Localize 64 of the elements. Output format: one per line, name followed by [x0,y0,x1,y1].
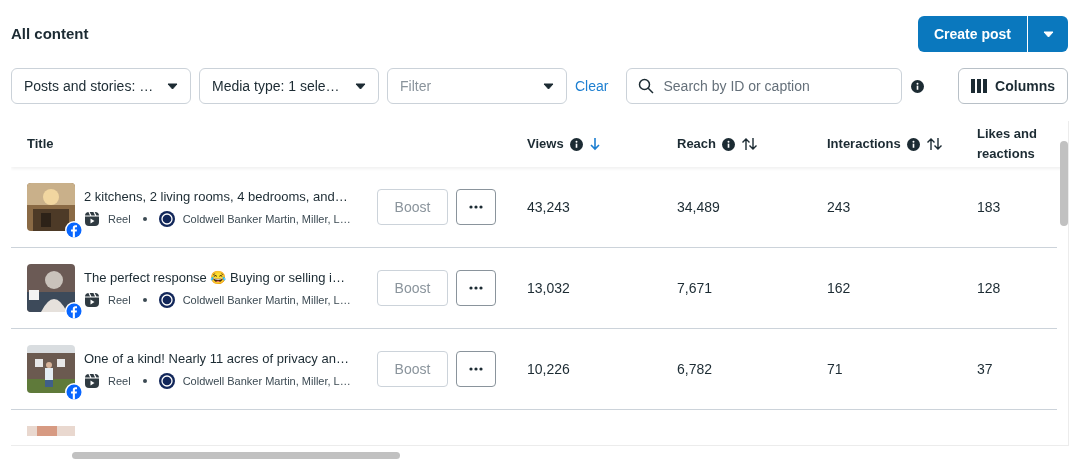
post-type: Reel [108,373,131,389]
clear-link[interactable]: Clear [575,75,609,97]
more-icon [469,286,483,290]
page-logo-icon [158,210,175,227]
column-header: Title [27,135,54,154]
column-header: Likes and reactions [977,125,1038,163]
page-title: All content [11,23,89,44]
filter-dropdown[interactable]: Posts and stories: … [11,68,191,104]
facebook-badge-icon [65,383,83,401]
facebook-badge-icon [65,221,83,239]
search-field[interactable]: Search by ID or caption [626,68,903,104]
table-cell: 183 [977,199,1001,215]
post-type: Reel [108,211,131,227]
search-icon [638,78,655,94]
page-name[interactable]: Coldwell Banker Martin, Miller, L… [182,210,351,227]
columns-button[interactable]: Columns [958,68,1068,104]
horizontal-scrollbar[interactable] [72,452,400,459]
table-cell: 37 [977,361,993,377]
facebook-badge-icon [65,302,83,320]
table-cell: 162 [827,280,851,296]
page-logo-icon [158,291,175,308]
more-options-button[interactable] [456,351,496,387]
post-caption[interactable]: The perfect response 😂 Buying or selling i… [84,268,369,288]
post-caption[interactable]: One of a kind! Nearly 11 acres of privacy an… [84,349,369,369]
more-icon [469,367,483,371]
reel-icon [84,372,100,389]
filter-dropdown[interactable]: Media type: 1 sele… [199,68,379,104]
dot-separator-icon [142,378,147,383]
table-cell: 243 [827,199,851,215]
table-cell: 71 [827,361,843,377]
dot-separator-icon [142,216,147,221]
create-options-button[interactable] [1028,16,1068,52]
column-header: Views [527,135,564,154]
post-type: Reel [108,292,131,308]
table-cell: 13,032 [527,280,570,296]
reel-icon [84,291,100,308]
columns-icon [971,79,988,93]
more-icon [469,205,483,209]
post-caption[interactable]: 2 kitchens, 2 living rooms, 4 bedrooms, and… [84,187,369,207]
create-post-button[interactable]: Create post [917,16,1027,52]
page-logo-icon [158,372,175,389]
column-header: Interactions [827,135,901,154]
column-header: Reach [677,135,717,154]
table-cell: 10,226 [527,361,570,377]
dot-separator-icon [142,297,147,302]
vertical-scrollbar[interactable] [1060,141,1068,226]
more-options-button[interactable] [456,189,496,225]
info-icon [911,79,925,93]
table-cell: 43,243 [527,199,570,215]
table-cell: 128 [977,280,1001,296]
reel-icon [84,210,100,227]
table-cell: 6,782 [677,361,713,377]
page-name[interactable]: Coldwell Banker Martin, Miller, L… [182,372,351,389]
page-name[interactable]: Coldwell Banker Martin, Miller, L… [182,291,351,308]
caret-icon [167,82,178,90]
caret-icon [1042,30,1054,38]
caret-icon [355,82,366,90]
more-options-button[interactable] [456,270,496,306]
sort-icon[interactable] [925,137,943,151]
caret-icon [543,82,554,90]
sort-icon[interactable] [741,137,759,151]
sort-down-icon[interactable] [588,137,601,151]
table-cell: 7,671 [677,280,713,296]
table-cell: 34,489 [677,199,720,215]
